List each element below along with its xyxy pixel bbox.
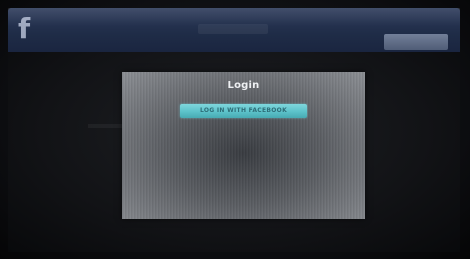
top-bar-title-area	[198, 24, 268, 34]
login-with-facebook-button[interactable]: LOG IN WITH FACEBOOK	[180, 104, 307, 118]
app-screen: f Login LOG IN WITH FACEBOOK	[0, 0, 470, 259]
login-modal-title: Login	[227, 80, 260, 91]
content-placeholder	[88, 124, 124, 128]
login-modal: Login LOG IN WITH FACEBOOK	[122, 72, 365, 219]
facebook-logo-icon: f	[18, 12, 31, 45]
top-bar-button[interactable]	[384, 34, 448, 50]
top-bar: f	[8, 8, 460, 52]
